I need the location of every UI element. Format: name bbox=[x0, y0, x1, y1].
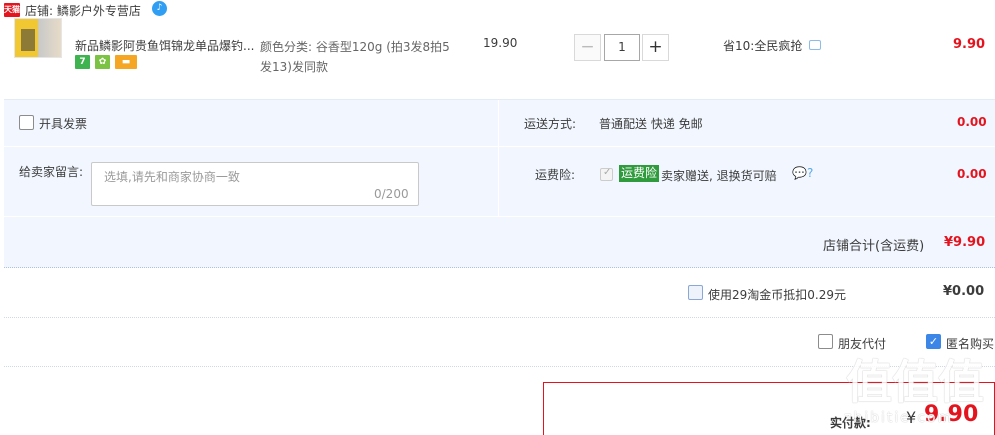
shipping-fee: 0.00 bbox=[957, 115, 987, 129]
store-total-value: ¥9.90 bbox=[944, 235, 986, 250]
shipping-insurance-desc: 卖家赠送, 退换货可赔 bbox=[661, 169, 777, 183]
credit-card-icon[interactable]: ▬ bbox=[115, 55, 137, 69]
tmall-logo: 天猫 bbox=[4, 3, 20, 17]
shipping-insurance-label: 运费险: bbox=[535, 168, 576, 182]
seller-message-counter: 0/200 bbox=[374, 187, 409, 201]
shipping-method-label: 运送方式: bbox=[524, 117, 577, 131]
watermark-logo: 值值值 bbox=[846, 355, 984, 409]
item-thumbnail[interactable] bbox=[14, 18, 62, 58]
order-item-row bbox=[4, 22, 995, 100]
shipping-method-value: 普通配送 快递 免邮 bbox=[599, 117, 703, 131]
insurance-help-icon[interactable]: 💬? bbox=[792, 166, 813, 180]
guarantee-icon[interactable]: ✿ bbox=[95, 55, 110, 69]
quantity-input[interactable]: 1 bbox=[604, 34, 640, 61]
panel-divider bbox=[498, 100, 499, 216]
taobao-coin-checkbox[interactable] bbox=[688, 285, 703, 300]
panel-divider bbox=[4, 216, 995, 217]
shipping-insurance-checkbox bbox=[600, 167, 613, 181]
taobao-coin-value: ¥0.00 bbox=[943, 284, 985, 299]
taobao-coin-label[interactable]: 使用29淘金币抵扣0.29元 bbox=[708, 286, 846, 303]
panel-divider bbox=[4, 146, 995, 147]
store-total-label: 店铺合计(含运费) bbox=[823, 239, 925, 254]
quantity-increase-button[interactable]: + bbox=[642, 34, 669, 61]
promotion-info-icon[interactable] bbox=[809, 40, 821, 50]
seller-message-placeholder: 选填,请先和商家协商一致 bbox=[104, 170, 240, 184]
invoice-label[interactable]: 开具发票 bbox=[39, 115, 87, 132]
unit-price: 19.90 bbox=[483, 36, 518, 50]
seven-day-return-icon[interactable]: 7 bbox=[75, 55, 90, 69]
quantity-decrease-button[interactable]: − bbox=[574, 34, 601, 61]
shipping-insurance-fee: 0.00 bbox=[957, 167, 987, 181]
wangwang-chat-icon[interactable]: ♪ bbox=[152, 1, 167, 16]
watermark-url: zhibitie.com bbox=[844, 410, 954, 426]
seller-message-label: 给卖家留言: bbox=[19, 165, 84, 179]
friend-pay-checkbox[interactable] bbox=[818, 334, 833, 349]
item-sku: 颜色分类: 谷香型120g (拍3发8拍5发13)发同款 bbox=[260, 40, 450, 74]
invoice-checkbox[interactable] bbox=[19, 115, 34, 130]
promotion-text: 省10:全民疯抢 bbox=[723, 39, 803, 53]
item-title-link[interactable]: 新品鳞影阿贵鱼饵锦龙单品爆钓... bbox=[75, 37, 255, 54]
item-subtotal: 9.90 bbox=[953, 37, 986, 52]
shipping-insurance-badge: 运费险 bbox=[619, 165, 660, 182]
shop-name-link[interactable]: 店铺: 鳞影户外专营店 bbox=[25, 2, 141, 19]
section-divider bbox=[4, 317, 995, 318]
